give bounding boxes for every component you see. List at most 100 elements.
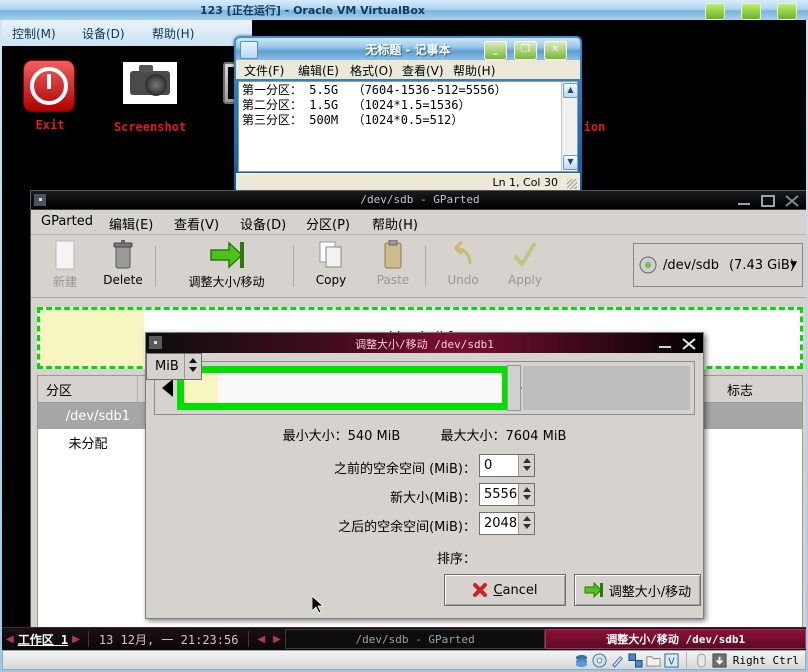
toolbar-delete-label: Delete xyxy=(103,273,143,287)
gparted-close-button[interactable] xyxy=(783,193,801,207)
toolbar-paste-button[interactable]: Paste xyxy=(363,239,423,287)
spinner-buttons[interactable] xyxy=(518,455,534,476)
taskbar-item-gparted[interactable]: /dev/sdb - GParted xyxy=(284,629,546,649)
new-document-icon xyxy=(35,239,95,271)
notepad-menu-format[interactable]: 格式(O) xyxy=(350,62,393,79)
resize-dialog-close-button[interactable] xyxy=(680,336,698,350)
workspace-next-icon[interactable]: ▶ xyxy=(68,634,84,645)
spinner-buttons[interactable] xyxy=(518,513,534,534)
gparted-menu-partition[interactable]: 分区(P) xyxy=(306,214,350,233)
virtualbox-title: 123 [正在运行] - Oracle VM VirtualBox xyxy=(200,4,425,17)
taskbar: ◀ 工作区 1 ▶ 13 12月, 一 21:23:56 ◀ ▶ /dev/sd… xyxy=(2,627,806,650)
close-x-icon xyxy=(473,583,488,597)
network-icon[interactable] xyxy=(628,652,643,668)
status-divider xyxy=(685,652,687,668)
clipboard-icon xyxy=(363,239,423,271)
free-space-after-value: 2048 xyxy=(484,516,518,531)
taskbar-divider xyxy=(248,631,250,647)
toolbar-copy-button[interactable]: Copy xyxy=(301,239,361,287)
notepad-maximize-button[interactable]: ❐ xyxy=(514,41,537,60)
hard-disk-icon[interactable] xyxy=(574,653,589,668)
gparted-menu-edit[interactable]: 编辑(E) xyxy=(109,214,153,233)
usb-icon[interactable] xyxy=(610,653,625,668)
keyboard-icon[interactable] xyxy=(712,652,727,668)
shared-folder-icon[interactable] xyxy=(646,653,661,668)
workspace-prev-icon[interactable]: ◀ xyxy=(2,634,18,645)
guest-menu-control[interactable]: 控制(M) xyxy=(12,25,56,42)
desktop-icon-exit-label: Exit xyxy=(35,118,65,132)
resize-handle[interactable] xyxy=(507,365,521,411)
gparted-menu-device[interactable]: 设备(D) xyxy=(240,214,286,233)
resize-dialog-title: 调整大小/移动 /dev/sdb1 xyxy=(355,338,494,351)
optical-disk-icon[interactable] xyxy=(592,652,607,668)
desktop-icon-exit[interactable]: Exit xyxy=(2,60,98,132)
min-size-label: 最小大小：540 MiB xyxy=(282,429,401,444)
vbox-minimize-button[interactable] xyxy=(705,3,725,20)
toolbar-resize-move-label: 调整大小/移动 xyxy=(188,275,265,289)
gparted-menu-gparted[interactable]: GParted xyxy=(41,214,93,229)
device-name: /dev/sdb xyxy=(663,257,719,273)
resize-move-dialog: 调整大小/移动 /dev/sdb1 最小大小：540 MiB 最大大小：7604… xyxy=(145,332,704,619)
cancel-label-rest: ancel xyxy=(502,582,538,598)
virtualbox-statusbar: V Right Ctrl xyxy=(2,650,806,670)
guest-menu-devices[interactable]: 设备(D) xyxy=(82,25,125,42)
new-size-input[interactable]: 5556 xyxy=(479,483,535,506)
toolbar-undo-button[interactable]: Undo xyxy=(433,239,493,287)
power-off-icon xyxy=(23,60,77,114)
confirm-resize-button[interactable]: 调整大小/移动 xyxy=(574,574,701,606)
gparted-minimize-button[interactable] xyxy=(735,193,753,207)
gparted-maximize-button[interactable] xyxy=(759,193,777,207)
scroll-up-icon[interactable]: ▲ xyxy=(563,83,577,98)
gparted-menu-help[interactable]: 帮助(H) xyxy=(372,214,418,233)
notepad-titlebar[interactable]: 无标题 - 记事本 _ ❐ ✕ xyxy=(236,38,580,60)
notepad-close-button[interactable]: ✕ xyxy=(544,41,567,60)
undo-arrow-icon xyxy=(433,239,493,271)
trash-icon xyxy=(93,239,153,271)
notepad-menu-edit[interactable]: 编辑(E) xyxy=(298,62,339,79)
unit-selector[interactable]: MiB xyxy=(146,353,202,380)
partition-resize-graphic[interactable] xyxy=(154,361,695,415)
resize-left-arrow-icon[interactable] xyxy=(162,379,173,397)
gparted-menu-view[interactable]: 查看(V) xyxy=(174,214,219,233)
vbox-maximize-button[interactable] xyxy=(741,3,761,20)
toolbar-delete-button[interactable]: Delete xyxy=(93,239,153,287)
column-partition[interactable]: 分区 xyxy=(38,376,138,402)
toolbar-resize-move-button[interactable]: 调整大小/移动 xyxy=(164,239,289,290)
notepad-minimize-button[interactable]: _ xyxy=(484,41,507,60)
task-next-icon[interactable]: ▶ xyxy=(269,634,285,645)
guest-menu-help[interactable]: 帮助(H) xyxy=(152,25,194,42)
partition-block[interactable] xyxy=(177,366,509,410)
checkmark-icon xyxy=(495,239,555,271)
spinner-buttons[interactable] xyxy=(184,354,201,379)
task-prev-icon[interactable]: ◀ xyxy=(253,634,269,645)
gparted-titlebar[interactable]: /dev/sdb - GParted xyxy=(31,191,806,210)
gparted-toolbar: 新建 Delete 调整大小/移动 Copy Paste Undo Apply … xyxy=(31,235,806,298)
notepad-menu-help[interactable]: 帮助(H) xyxy=(453,62,495,79)
vbox-close-button[interactable] xyxy=(777,3,797,20)
toolbar-separator xyxy=(293,245,294,287)
resize-dialog-titlebar[interactable]: 调整大小/移动 /dev/sdb1 xyxy=(146,333,703,353)
notepad-menu-view[interactable]: 查看(V) xyxy=(402,62,444,79)
free-space-after-input[interactable]: 2048 xyxy=(479,512,535,535)
spinner-buttons[interactable] xyxy=(518,484,534,505)
notepad-text-area[interactable]: 第一分区： 5.5G （7604-1536-512=5556） 第二分区： 1.… xyxy=(238,81,578,172)
cancel-button[interactable]: Cancel xyxy=(444,574,566,606)
resize-grip-icon[interactable] xyxy=(567,179,577,189)
device-selector[interactable]: /dev/sdb (7.43 GiB) ▼ xyxy=(633,243,803,287)
taskbar-item-resize-dialog[interactable]: 调整大小/移动 /dev/sdb1 xyxy=(545,629,806,649)
notepad-menu-file[interactable]: 文件(F) xyxy=(244,62,284,79)
mouse-icon[interactable] xyxy=(694,652,709,668)
free-space-before-input[interactable]: 0 xyxy=(479,454,535,477)
resize-arrow-icon xyxy=(584,582,603,598)
chevron-down-icon[interactable]: ▼ xyxy=(790,260,797,270)
notepad-scrollbar[interactable]: ▲ ▼ xyxy=(561,82,577,171)
scroll-down-icon[interactable]: ▼ xyxy=(563,155,577,170)
resize-dialog-minimize-button[interactable] xyxy=(656,336,674,350)
desktop-icon-screenshot-label: Screenshot xyxy=(113,120,187,134)
toolbar-new-button[interactable]: 新建 xyxy=(35,239,95,290)
desktop-icon-screenshot[interactable]: Screenshot xyxy=(102,62,198,134)
cancel-accel: C xyxy=(493,582,503,598)
video-capture-icon[interactable]: V xyxy=(664,652,679,668)
toolbar-apply-button[interactable]: Apply xyxy=(495,239,555,287)
workspace-label[interactable]: 工作区 1 xyxy=(18,631,68,648)
